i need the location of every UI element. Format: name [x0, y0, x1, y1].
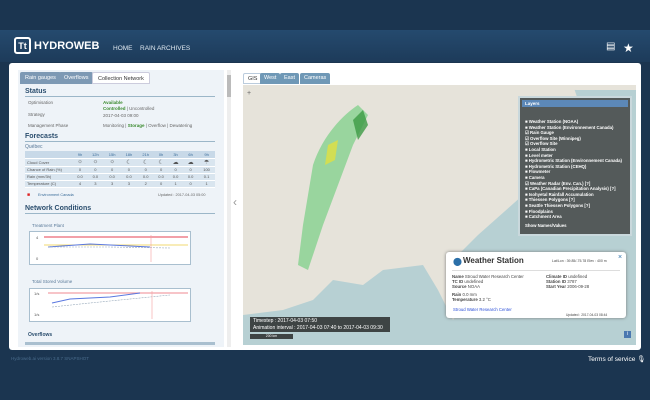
tab-rain-gauges[interactable]: Rain gauges	[20, 72, 61, 84]
weather-station-popup: ⬤ Weather Station Lat/Lon : 39.85/-75.78…	[446, 252, 626, 318]
layer-label: Weather Station (Environnement Canada)	[528, 124, 614, 130]
version-text: Hydroweb.ai version 3.8.7 SNAPSHOT	[11, 356, 90, 361]
optimisation-label: Optimisation	[28, 100, 54, 105]
chart-title: Treatment Plant	[32, 223, 64, 228]
layer-label: Weather Station (NOAA)	[528, 119, 579, 124]
tab-cameras[interactable]: Cameras	[300, 73, 331, 84]
svg-text:1/s: 1/s	[34, 291, 39, 296]
strategy-other[interactable]: | Uncontrolled	[126, 106, 155, 111]
weather-icon: ☾	[154, 158, 169, 167]
weather-icon: ☼	[73, 158, 87, 167]
close-icon[interactable]: ×	[618, 254, 622, 261]
tab-west[interactable]: West	[260, 73, 281, 84]
strategy-label: Strategy	[28, 112, 45, 117]
weather-icon: ☁	[183, 158, 199, 167]
zoom-control: +	[247, 90, 251, 97]
network-heading: Network Conditions	[25, 205, 215, 214]
layer-label: Overflow Site	[530, 141, 558, 147]
forecast-source-link[interactable]: Environment Canada	[38, 193, 74, 197]
popup-latlon: Lat/Lon : 39.85/-75.78 Elev : 400 m	[552, 259, 607, 263]
tab-east[interactable]: East	[280, 73, 300, 84]
forecast-table: 9h 12h 15h 18h 21h 0h 3h 6h 9h Cloud Cover ☼ ☼ ☼ ☾ ☾ ☾…	[25, 151, 215, 188]
layer-label: Thiessen Polygons [?]	[528, 197, 575, 203]
layer-label: Catchment Area	[528, 214, 562, 220]
weather-icon: ☂	[198, 158, 215, 167]
forecasts-heading: Forecasts	[25, 133, 215, 142]
phase-pre: Monitoring |	[103, 123, 128, 128]
phase-post: | Overflow | Dewatering	[144, 123, 193, 128]
map-pin-icon: ⬤	[453, 257, 462, 266]
strategy-active: Controlled	[103, 106, 126, 111]
timestep-box: Timestep : 2017-04-03 07:50 Animation int…	[250, 317, 390, 332]
tab-overflows[interactable]: Overflows	[59, 72, 94, 84]
overflows-bar	[25, 342, 215, 345]
scale-bar: 200 km	[250, 334, 293, 339]
animation-interval: Animation interval : 2017-04-03 07:40 to…	[253, 324, 383, 331]
weather-icon: ☾	[120, 158, 138, 167]
microphone-icon: 🎙	[637, 356, 646, 363]
layer-item[interactable]: ■ Catchment Area	[520, 214, 630, 220]
weather-icon: ☾	[137, 158, 155, 167]
terms-of-service-link[interactable]: Terms of service 🎙	[588, 355, 645, 363]
weather-icon: ☼	[86, 158, 104, 167]
logo[interactable]: Tt HYDROWEB	[14, 37, 99, 54]
layer-label: Floodplains	[528, 208, 553, 214]
layer-label: Camera	[528, 174, 545, 180]
phase-active: Storage	[127, 123, 145, 128]
popup-title: Weather Station	[463, 256, 524, 265]
popup-updated: Updated : 2017-04-03 08:44	[566, 313, 608, 317]
svg-text:0: 0	[36, 256, 39, 261]
info-icon[interactable]: i	[624, 331, 631, 338]
treatment-plant-chart: 40	[29, 231, 191, 265]
layer-label: Hydrometric Station (Environnement Canad…	[528, 158, 622, 164]
weather-icon: ☼	[103, 158, 121, 167]
document-icon[interactable]: ▤	[606, 41, 615, 52]
strategy-time: 2017-04-03 09:00	[103, 113, 139, 118]
chart-title: Total Stored Volume	[32, 279, 73, 284]
layer-label: Overflow Site (Winnipeg)	[530, 135, 581, 141]
optimisation-value: Available	[103, 100, 123, 105]
nav-home[interactable]: HOME	[113, 45, 133, 52]
collapse-chevron-icon[interactable]: ‹	[233, 195, 237, 209]
nav-rain-archives[interactable]: RAIN ARCHIVES	[140, 45, 190, 52]
left-scrollbar[interactable]	[227, 70, 231, 347]
forecast-updated: Updated : 2017-04-03 05:00	[158, 193, 206, 197]
layer-label: Seattle Thiessen Polygons [?]	[528, 202, 590, 208]
phase-label: Management Phase	[28, 123, 69, 128]
layers-title: Layers	[522, 100, 628, 107]
layers-panel: Layers ■ Weather Station (NOAA) ■ Weather…	[518, 96, 632, 236]
canada-flag-icon: ■	[27, 192, 31, 198]
show-names-values-link[interactable]: Show Names/Values	[520, 223, 630, 229]
layer-label: Weather Radar (Env. Can.) [?]	[530, 180, 591, 186]
forecast-city: Québec	[25, 144, 43, 150]
status-heading: Status	[25, 88, 215, 97]
svg-text:4: 4	[36, 235, 39, 240]
layer-label: CaPa (Canadian Precipitation Analysis) […	[528, 186, 616, 192]
tab-collection-network[interactable]: Collection Network	[92, 72, 150, 84]
layer-label: Flowmeter	[528, 169, 551, 175]
layer-label: Local Station	[528, 146, 556, 152]
logo-mark: Tt	[14, 37, 31, 54]
weather-icon: ☁	[168, 158, 184, 167]
layer-label: Rain Gauge	[530, 130, 554, 136]
station-link[interactable]: Stroud Water Research Center	[453, 307, 512, 312]
app-title: HYDROWEB	[34, 39, 100, 52]
svg-text:1/s: 1/s	[34, 312, 39, 317]
star-icon[interactable]: ★	[623, 41, 634, 55]
stored-volume-chart: 1/s 1/s	[29, 288, 191, 322]
layer-label: Level meter	[528, 152, 553, 158]
layer-label: Isohyetal Rainfall Accumulation	[528, 191, 594, 197]
layer-label: Hydrometric Station (CEHQ)	[528, 163, 587, 169]
overflows-heading: Overflows	[28, 332, 53, 338]
